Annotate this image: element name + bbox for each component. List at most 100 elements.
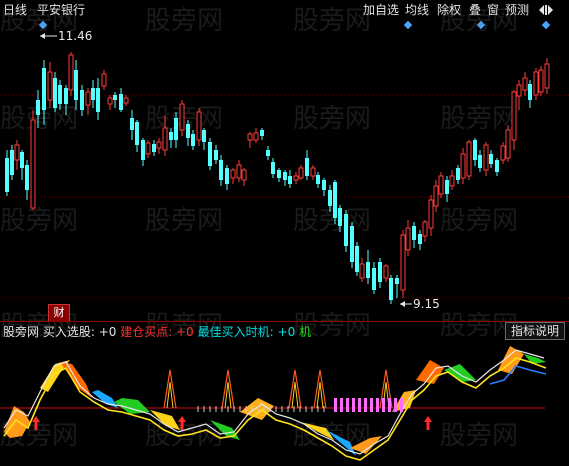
- candle-body: [141, 140, 145, 160]
- signal-bar: [352, 398, 355, 412]
- candle-body: [80, 90, 84, 110]
- candle-body: [366, 262, 370, 278]
- candle-body: [500, 145, 506, 161]
- indicator-spike: [221, 369, 235, 409]
- candle-body: [25, 165, 29, 190]
- candle-body: [277, 170, 281, 178]
- ribbon-segment: [416, 360, 444, 384]
- candle-body: [522, 77, 528, 91]
- candle-body: [5, 158, 9, 192]
- candle-body: [328, 190, 332, 206]
- build-position-value: +0: [176, 325, 194, 339]
- candle-body: [344, 214, 348, 246]
- candle-body: [68, 54, 74, 91]
- candle-body: [538, 69, 544, 93]
- candle-body: [445, 180, 449, 194]
- candle-body: [466, 141, 472, 177]
- candle-body: [241, 169, 247, 181]
- candle-body: [123, 97, 129, 104]
- candle-body: [101, 73, 107, 87]
- candle-body: [174, 118, 178, 140]
- candle-body: [400, 234, 406, 291]
- candle-body: [350, 226, 354, 262]
- indicator-white-line: [3, 349, 545, 455]
- candle-body: [378, 262, 382, 282]
- candle-body: [53, 78, 57, 108]
- candle-body: [58, 85, 62, 104]
- indicator-spike: [313, 369, 327, 409]
- arrow-left-icon: [40, 33, 45, 39]
- candle-body: [473, 140, 477, 160]
- low-price-label: 9.15: [413, 297, 440, 311]
- signal-bar: [382, 398, 385, 412]
- candle-body: [516, 84, 522, 97]
- indicator-spike: [163, 369, 177, 409]
- candle-body: [179, 103, 185, 131]
- candle-body: [230, 169, 236, 179]
- indicator-legend: 股旁网 买入选股: +0 建仓买点: +0 最佳买入时机: +0 机: [3, 325, 311, 339]
- candle-body: [186, 124, 190, 138]
- candle-body: [511, 91, 517, 141]
- opportunity-label: 机: [299, 325, 312, 339]
- candle-body: [489, 154, 493, 164]
- candle-body: [533, 71, 539, 96]
- candles-group: [5, 52, 550, 304]
- candle-body: [544, 63, 550, 89]
- candle-body: [85, 91, 91, 106]
- candlestick-chart[interactable]: [0, 0, 569, 320]
- candle-body: [449, 175, 455, 187]
- signal-bar: [334, 398, 337, 412]
- signal-bar: [376, 398, 379, 412]
- candle-body: [96, 88, 100, 112]
- best-buy-label: 最佳买入时机:: [197, 325, 274, 339]
- build-position-label: 建仓买点:: [120, 325, 173, 339]
- candle-body: [433, 185, 439, 207]
- candle-body: [169, 132, 173, 140]
- candle-body: [266, 150, 270, 156]
- indicator-blue-line: [489, 365, 547, 385]
- indicator-chart[interactable]: [0, 340, 569, 466]
- candle-body: [283, 172, 287, 180]
- finance-badge[interactable]: 财: [48, 304, 70, 322]
- candle-body: [247, 133, 253, 141]
- candle-body: [130, 118, 134, 130]
- candle-body: [47, 71, 53, 101]
- candle-body: [395, 278, 399, 284]
- candle-body: [145, 142, 151, 155]
- ribbon-segment: [150, 410, 180, 430]
- candle-body: [422, 221, 428, 237]
- indicator-help-button[interactable]: 指标说明: [505, 322, 565, 340]
- candle-body: [162, 127, 168, 151]
- buy-select-label: 买入选股:: [42, 325, 95, 339]
- candle-body: [107, 97, 113, 105]
- signal-bar: [388, 398, 391, 412]
- candle-body: [64, 88, 68, 104]
- candle-body: [460, 153, 466, 179]
- candle-body: [236, 164, 242, 179]
- indicator-series-group: [3, 346, 547, 461]
- high-price-label: 11.46: [58, 29, 93, 43]
- candle-body: [10, 150, 14, 175]
- candle-body: [383, 265, 389, 279]
- candle-body: [191, 134, 195, 146]
- candle-body: [428, 199, 434, 229]
- panel-divider: [0, 321, 569, 322]
- candle-body: [355, 246, 359, 272]
- indicator-name: 股旁网: [3, 325, 40, 339]
- candle-body: [293, 175, 299, 181]
- candle-body: [505, 129, 511, 159]
- candle-body: [322, 180, 326, 190]
- signal-bar: [400, 398, 403, 412]
- price-grid: [0, 94, 569, 299]
- signal-bar: [346, 398, 349, 412]
- candle-body: [495, 160, 499, 172]
- candle-body: [316, 175, 320, 184]
- candle-body: [333, 182, 337, 218]
- buy-select-value: +0: [98, 325, 117, 339]
- candle-body: [91, 88, 95, 100]
- buy-arrow-icon: [424, 416, 432, 430]
- candle-body: [305, 158, 309, 176]
- arrow-left-icon: [400, 301, 405, 307]
- candle-body: [456, 168, 460, 180]
- candle-body: [156, 141, 162, 149]
